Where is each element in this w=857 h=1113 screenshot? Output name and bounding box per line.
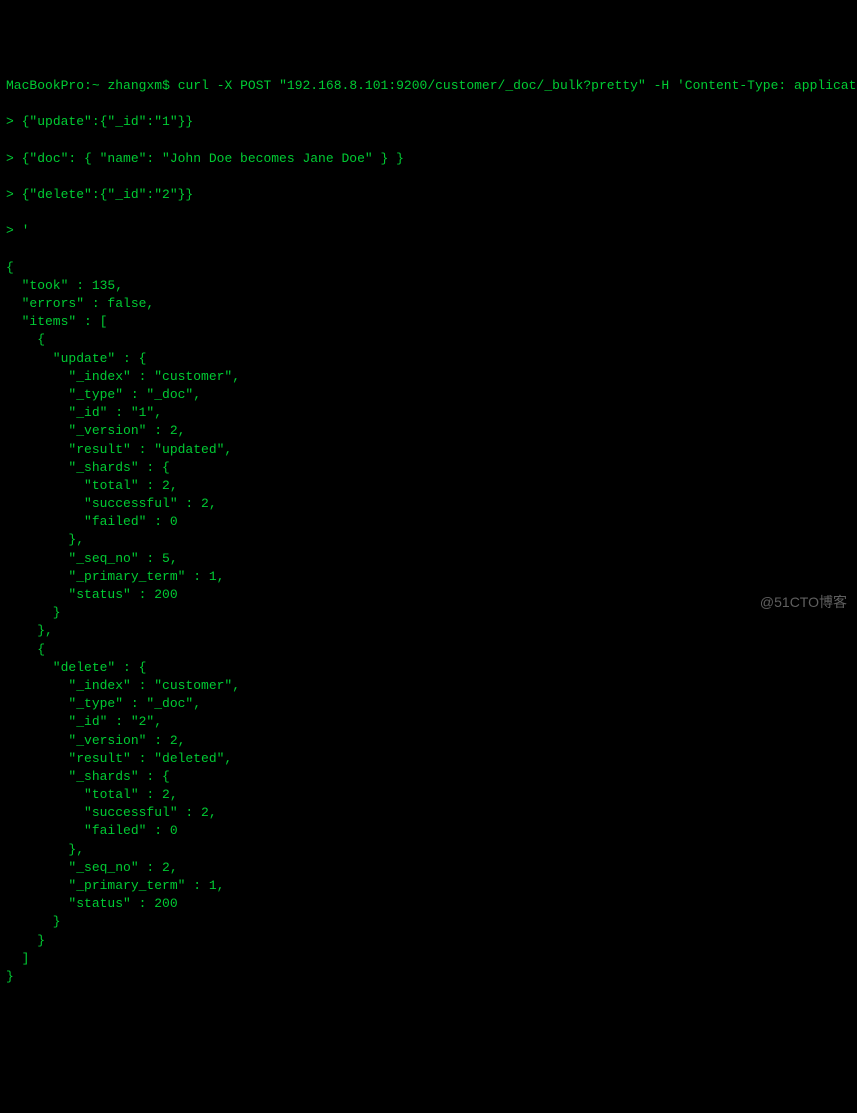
continuation-line-1: > {"update":{"_id":"1"}} — [6, 113, 851, 131]
prompt-user: zhangxm — [107, 78, 162, 93]
terminal-prompt-line: MacBookPro:~ zhangxm$ curl -X POST "192.… — [6, 77, 851, 95]
continuation-line-2: > {"doc": { "name": "John Doe becomes Ja… — [6, 150, 851, 168]
watermark-text: @51CTO博客 — [760, 593, 847, 613]
json-response-output: { "took" : 135, "errors" : false, "items… — [6, 259, 851, 987]
prompt-dollar: $ — [162, 78, 170, 93]
prompt-path: ~ — [92, 78, 100, 93]
continuation-line-3: > {"delete":{"_id":"2"}} — [6, 186, 851, 204]
prompt-host: MacBookPro — [6, 78, 84, 93]
continuation-line-4: > ' — [6, 222, 851, 240]
command-text: curl -X POST "192.168.8.101:9200/custome… — [178, 78, 857, 93]
